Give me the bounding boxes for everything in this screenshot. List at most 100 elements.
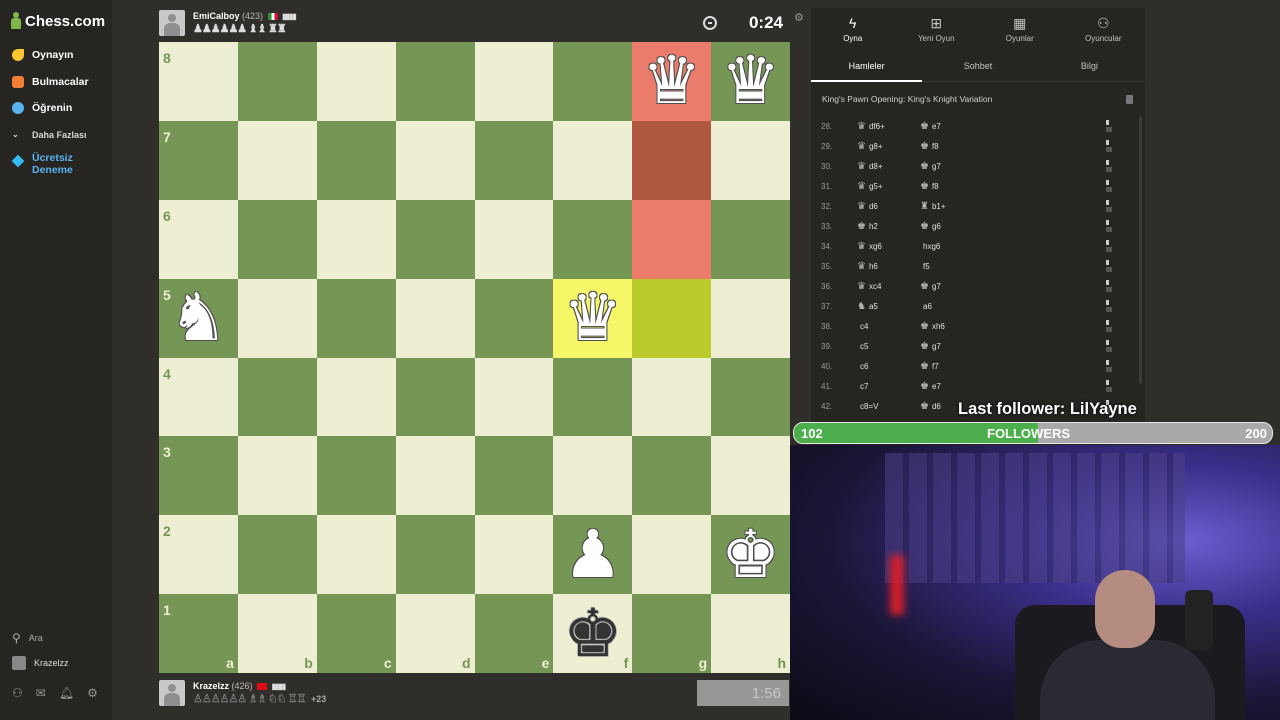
square-a5[interactable]: 5 ♞: [159, 278, 238, 358]
square-h7[interactable]: [711, 120, 790, 200]
square-h1[interactable]: h: [711, 594, 790, 673]
white-move[interactable]: c5: [857, 342, 920, 351]
square-f7[interactable]: [553, 120, 633, 200]
avatar[interactable]: [159, 10, 185, 36]
white-move[interactable]: c6: [857, 362, 920, 371]
opening-name[interactable]: King's Pawn Opening: King's Knight Varia…: [822, 94, 992, 104]
trash-icon[interactable]: [1126, 94, 1133, 104]
square-c4[interactable]: [316, 357, 396, 437]
subtab-chat[interactable]: Sohbet: [922, 50, 1033, 81]
white-move[interactable]: ♛ d8+: [857, 161, 920, 172]
move-list-scrollbar[interactable]: [1139, 116, 1142, 384]
white-queen-icon[interactable]: ♛: [721, 48, 780, 114]
square-b4[interactable]: [237, 357, 317, 437]
square-e1[interactable]: e: [474, 594, 554, 673]
white-move[interactable]: ♛ g5+: [857, 181, 920, 192]
square-f6[interactable]: [553, 199, 633, 279]
white-move[interactable]: ♛ h6: [857, 261, 920, 272]
square-b2[interactable]: [237, 515, 317, 595]
sidebar-item-play[interactable]: Oynayın: [0, 42, 112, 69]
square-b6[interactable]: [237, 199, 317, 279]
square-f1[interactable]: f ♚: [553, 594, 633, 673]
square-c1[interactable]: c: [316, 594, 396, 673]
black-move[interactable]: ♚ xh6: [920, 321, 980, 332]
square-f8[interactable]: [553, 42, 633, 121]
square-d5[interactable]: [395, 278, 475, 358]
player-name[interactable]: EmiCalboy: [193, 11, 240, 21]
friends-icon[interactable]: ⚇: [12, 686, 23, 700]
black-move[interactable]: ♚ f7: [920, 361, 980, 372]
square-a6[interactable]: 6: [159, 199, 238, 279]
tab-new-game[interactable]: ⊞ Yeni Oyun: [895, 8, 979, 50]
square-g5[interactable]: [632, 278, 712, 358]
white-move[interactable]: c8=V: [857, 402, 920, 411]
square-g6[interactable]: [632, 199, 712, 279]
square-c6[interactable]: [316, 199, 396, 279]
white-move[interactable]: ♚ h2: [857, 221, 920, 232]
square-f5[interactable]: ♛: [553, 278, 633, 358]
square-a1[interactable]: 1a: [159, 594, 238, 673]
black-move[interactable]: ♚ e7: [920, 381, 980, 392]
black-move[interactable]: ♚ g7: [920, 281, 980, 292]
sidebar-item-puzzles[interactable]: Bulmacalar: [0, 69, 112, 96]
bell-icon[interactable]: 🔔︎: [59, 686, 74, 700]
avatar[interactable]: [159, 680, 185, 706]
square-d2[interactable]: [395, 515, 475, 595]
player-name[interactable]: Krazelzz: [193, 681, 229, 691]
white-move[interactable]: ♛ df6+: [857, 121, 920, 132]
white-move[interactable]: ♞ a5: [857, 301, 920, 312]
sidebar-user[interactable]: Krazelzz: [12, 656, 69, 670]
subtab-info[interactable]: Bilgi: [1034, 50, 1145, 81]
subtab-moves[interactable]: Hamleler: [811, 50, 923, 82]
square-g7[interactable]: [632, 120, 712, 200]
white-move[interactable]: ♛ d6: [857, 201, 920, 212]
white-knight-icon[interactable]: ♞: [169, 285, 228, 351]
black-move[interactable]: ♚ f8: [920, 181, 980, 192]
square-b5[interactable]: [237, 278, 317, 358]
square-b3[interactable]: [237, 436, 317, 516]
square-c3[interactable]: [316, 436, 396, 516]
square-d7[interactable]: [395, 120, 475, 200]
white-move[interactable]: c4: [857, 322, 920, 331]
square-e4[interactable]: [474, 357, 554, 437]
free-trial-link[interactable]: Ücretsiz Deneme: [11, 152, 108, 176]
white-move[interactable]: ♛ xg6: [857, 241, 920, 252]
tab-games[interactable]: ▦ Oyunlar: [978, 8, 1062, 50]
black-move[interactable]: hxg6: [920, 242, 980, 251]
gear-icon[interactable]: ⚙: [87, 686, 98, 700]
square-h6[interactable]: [711, 199, 790, 279]
square-b8[interactable]: [237, 42, 317, 121]
white-move[interactable]: ♛ xc4: [857, 281, 920, 292]
square-c8[interactable]: [316, 42, 396, 121]
chess-board[interactable]: 8 ♛ ♛ 7 6 5 ♞ ♛ 4 3 2 ♟ ♚ 1 a b c d e f ♚ g h: [159, 42, 790, 673]
square-a7[interactable]: 7: [159, 120, 238, 200]
square-e6[interactable]: [474, 199, 554, 279]
square-c2[interactable]: [316, 515, 396, 595]
square-g2[interactable]: [632, 515, 712, 595]
square-c5[interactable]: [316, 278, 396, 358]
sidebar-item-learn[interactable]: Öğrenin: [0, 95, 112, 122]
white-move[interactable]: ♛ g8+: [857, 141, 920, 152]
square-h8[interactable]: ♛: [711, 42, 790, 121]
white-queen-icon[interactable]: ♛: [642, 48, 701, 114]
square-e3[interactable]: [474, 436, 554, 516]
square-c7[interactable]: [316, 120, 396, 200]
black-move[interactable]: f5: [920, 262, 980, 271]
square-h3[interactable]: [711, 436, 790, 516]
square-a4[interactable]: 4: [159, 357, 238, 437]
tab-players[interactable]: ⚇ Oyuncular: [1062, 8, 1146, 50]
white-queen-icon[interactable]: ♛: [563, 285, 622, 351]
sidebar-search[interactable]: ⚲ Ara: [12, 631, 43, 645]
square-f4[interactable]: [553, 357, 633, 437]
square-a3[interactable]: 3: [159, 436, 238, 516]
square-a8[interactable]: 8: [159, 42, 238, 121]
square-e5[interactable]: [474, 278, 554, 358]
chesscom-logo[interactable]: Chess.com: [10, 12, 105, 30]
square-e7[interactable]: [474, 120, 554, 200]
black-king-icon[interactable]: ♚: [563, 600, 622, 667]
black-move[interactable]: a6: [920, 302, 980, 311]
square-h2[interactable]: ♚: [711, 515, 790, 595]
sidebar-item-more[interactable]: ⌄ Daha Fazlası: [0, 122, 112, 149]
square-g8[interactable]: ♛: [632, 42, 712, 121]
square-d8[interactable]: [395, 42, 475, 121]
